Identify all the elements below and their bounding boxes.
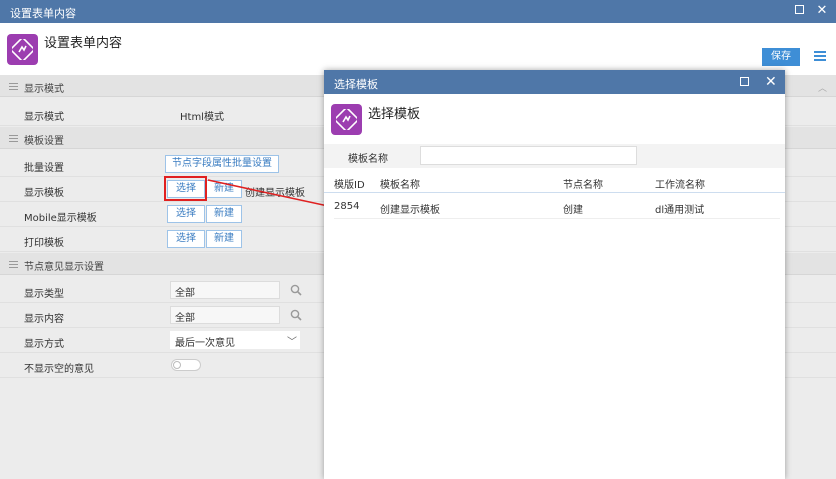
- collapse-icon: [9, 261, 18, 270]
- table-cell[interactable]: 创建显示模板: [380, 201, 440, 216]
- maximize-icon[interactable]: [740, 77, 749, 89]
- page-title: 设置表单内容: [44, 36, 123, 51]
- app-logo-icon: [331, 104, 362, 135]
- dialog-page-title: 选择模板: [368, 107, 421, 122]
- row-divider: [334, 218, 780, 219]
- save-button[interactable]: 保存: [762, 48, 800, 66]
- section-label: 模板设置: [24, 136, 64, 147]
- row-label: 显示方式: [24, 339, 64, 350]
- column-header[interactable]: 模版ID: [334, 176, 365, 191]
- search-bar: 模板名称: [324, 144, 785, 168]
- display-method-select[interactable]: 最后一次意见: [170, 331, 300, 349]
- new-print-template-button[interactable]: 新建: [206, 230, 242, 248]
- chevron-down-icon[interactable]: ﹀: [287, 333, 297, 348]
- column-header[interactable]: 节点名称: [563, 176, 603, 191]
- display-type-field[interactable]: 全部: [170, 281, 280, 299]
- row-label: 显示类型: [24, 289, 64, 300]
- page-header: 设置表单内容: [0, 23, 836, 73]
- display-mode-value[interactable]: Html模式: [180, 108, 224, 123]
- section-label: 显示模式: [24, 84, 64, 95]
- row-label: 显示模板: [24, 188, 64, 199]
- table-cell[interactable]: dl通用测试: [655, 201, 704, 216]
- table-cell[interactable]: 2854: [334, 201, 359, 212]
- row-label: 打印模板: [24, 238, 64, 249]
- dialog-titlebar: 选择模板 ✕: [324, 70, 785, 94]
- window-titlebar: 设置表单内容 ✕: [0, 0, 836, 23]
- display-content-field[interactable]: 全部: [170, 306, 280, 324]
- annotation-arrow-icon: [207, 179, 334, 209]
- section-label: 节点意见显示设置: [24, 262, 104, 273]
- chevron-up-icon[interactable]: ︿: [818, 81, 827, 94]
- app-logo-icon: [7, 34, 38, 65]
- table-cell[interactable]: 创建: [563, 201, 583, 216]
- template-name-search-input[interactable]: [420, 146, 637, 165]
- row-label: 显示内容: [24, 314, 64, 325]
- window-title: 设置表单内容: [10, 7, 76, 20]
- search-icon[interactable]: [290, 309, 302, 321]
- collapse-icon: [9, 135, 18, 144]
- row-label: Mobile显示模板: [24, 213, 97, 224]
- row-label: 批量设置: [24, 163, 64, 174]
- close-icon[interactable]: ✕: [765, 74, 777, 90]
- hide-empty-toggle[interactable]: [171, 359, 201, 371]
- maximize-icon[interactable]: [790, 3, 808, 19]
- dialog-title: 选择模板: [334, 78, 378, 91]
- select-template-dialog: 选择模板 ✕ 选择模板 模板名称 模版ID 模板名称 节点名称 工作流名称 28…: [324, 70, 785, 479]
- search-label: 模板名称: [348, 154, 388, 165]
- row-label: 显示模式: [24, 112, 64, 123]
- column-header[interactable]: 工作流名称: [655, 176, 705, 191]
- header-divider: [324, 192, 785, 193]
- column-header[interactable]: 模板名称: [380, 176, 420, 191]
- menu-icon[interactable]: [811, 49, 827, 65]
- search-icon[interactable]: [290, 284, 302, 296]
- row-label: 不显示空的意见: [24, 364, 94, 375]
- batch-settings-button[interactable]: 节点字段属性批量设置: [165, 155, 279, 173]
- close-icon[interactable]: ✕: [813, 3, 831, 19]
- collapse-icon: [9, 83, 18, 92]
- select-print-template-button[interactable]: 选择: [167, 230, 205, 248]
